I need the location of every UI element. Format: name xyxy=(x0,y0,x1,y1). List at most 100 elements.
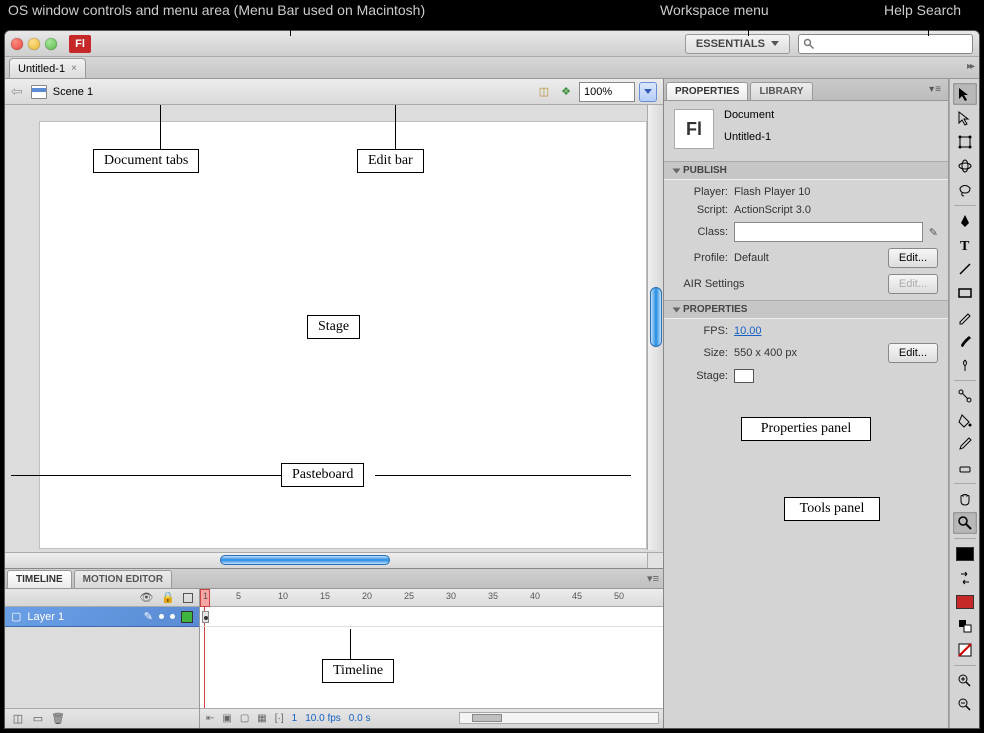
callout-doc-tabs: Document tabs xyxy=(93,149,199,173)
stage-color-swatch[interactable] xyxy=(734,369,754,383)
panel-menu-icon[interactable]: ▾≡ xyxy=(647,572,659,585)
edit-class-icon[interactable]: ✎ xyxy=(929,226,938,239)
callout-line xyxy=(375,475,631,476)
rectangle-tool-icon[interactable] xyxy=(953,282,977,304)
properties-tabs: PROPERTIES LIBRARY ▾≡ xyxy=(664,79,948,101)
subselection-tool-icon[interactable] xyxy=(953,107,977,129)
fps-value[interactable]: 10.00 xyxy=(734,325,762,337)
eye-icon[interactable]: 👁 xyxy=(139,591,153,604)
svg-text:T: T xyxy=(960,239,970,253)
line-tool-icon[interactable] xyxy=(953,258,977,280)
edit-air-button: Edit... xyxy=(888,274,938,294)
properties-section-header[interactable]: PROPERTIES xyxy=(664,300,948,319)
workspace-menu-button[interactable]: ESSENTIALS xyxy=(685,34,790,54)
new-folder-icon[interactable]: ▭ xyxy=(31,712,45,726)
default-colors-icon[interactable] xyxy=(953,615,977,637)
close-window-icon[interactable] xyxy=(11,38,23,50)
frames-scroll-thumb[interactable] xyxy=(472,714,502,722)
zoom-dropdown[interactable] xyxy=(639,82,657,102)
stroke-color-swatch[interactable] xyxy=(953,543,977,565)
eyedropper-tool-icon[interactable] xyxy=(953,433,977,455)
edit-multi-icon[interactable]: ▦ xyxy=(257,713,266,724)
close-tab-icon[interactable]: × xyxy=(71,63,77,74)
document-icon: Fl xyxy=(674,109,714,149)
brush-tool-icon[interactable] xyxy=(953,330,977,352)
lock-icon[interactable]: 🔒 xyxy=(161,591,175,604)
zoom-tool-icon[interactable] xyxy=(953,512,977,534)
edit-scene-icon[interactable]: ◫ xyxy=(535,84,553,100)
hand-tool-icon[interactable] xyxy=(953,488,977,510)
eraser-tool-icon[interactable] xyxy=(953,457,977,479)
callout-pasteboard: Pasteboard xyxy=(281,463,364,487)
zoom-in-icon[interactable] xyxy=(953,670,977,692)
free-transform-tool-icon[interactable] xyxy=(953,131,977,153)
tab-properties[interactable]: PROPERTIES xyxy=(666,82,748,100)
help-search-input[interactable] xyxy=(819,38,968,50)
frames-body[interactable]: Timeline xyxy=(200,607,663,708)
paint-bucket-tool-icon[interactable] xyxy=(953,409,977,431)
tab-motion-editor[interactable]: MOTION EDITOR xyxy=(74,570,172,588)
selection-tool-icon[interactable] xyxy=(953,83,977,105)
fill-color-swatch[interactable] xyxy=(953,591,977,613)
no-color-icon[interactable] xyxy=(953,639,977,661)
back-button[interactable]: ⇦ xyxy=(11,83,23,100)
text-tool-icon[interactable]: T xyxy=(953,234,977,256)
onion-outline-icon[interactable]: ▢ xyxy=(240,713,249,724)
callout-line xyxy=(290,20,291,36)
callout-properties: Properties panel xyxy=(741,417,871,441)
edit-profile-button[interactable]: Edit... xyxy=(888,248,938,268)
vertical-scrollbar[interactable] xyxy=(647,105,663,550)
frame-ruler[interactable]: 1 5 10 15 20 25 30 35 40 45 50 xyxy=(200,589,663,607)
zoom-window-icon[interactable] xyxy=(45,38,57,50)
publish-section-header[interactable]: PUBLISH xyxy=(664,161,948,180)
window-controls[interactable] xyxy=(11,38,57,50)
tab-library[interactable]: LIBRARY xyxy=(750,82,812,100)
panel-menu-icon[interactable]: ▾≡ xyxy=(929,84,942,95)
edit-symbol-icon[interactable]: ❖ xyxy=(557,84,575,100)
callout-stage: Stage xyxy=(307,315,360,339)
visibility-dot-icon[interactable] xyxy=(159,614,164,619)
delete-layer-icon[interactable]: 🗑 xyxy=(51,712,65,726)
callout-line xyxy=(350,629,351,659)
layer-pencil-icon: ✎ xyxy=(144,610,153,623)
hscroll-thumb[interactable] xyxy=(220,555,390,565)
deco-tool-icon[interactable] xyxy=(953,354,977,376)
player-label: Player: xyxy=(674,186,728,198)
class-input[interactable] xyxy=(734,222,923,242)
bone-tool-icon[interactable] xyxy=(953,385,977,407)
tab-timeline[interactable]: TIMELINE xyxy=(7,570,72,588)
callout-tools: Tools panel xyxy=(784,497,880,521)
onion-marker-icon[interactable]: [·] xyxy=(275,713,284,724)
vscroll-thumb[interactable] xyxy=(650,287,662,347)
pen-tool-icon[interactable] xyxy=(953,210,977,232)
frame-row[interactable] xyxy=(200,607,663,627)
help-search[interactable] xyxy=(798,34,973,54)
center-frame-icon[interactable]: ⇤ xyxy=(206,713,214,724)
lasso-tool-icon[interactable] xyxy=(953,179,977,201)
ruler-tick: 1 xyxy=(203,591,208,601)
keyframe-icon[interactable] xyxy=(202,611,209,623)
zoom-value: 100% xyxy=(584,86,612,98)
zoom-input[interactable]: 100% xyxy=(579,82,635,102)
edit-size-button[interactable]: Edit... xyxy=(888,343,938,363)
minimize-window-icon[interactable] xyxy=(28,38,40,50)
tools-panel: T xyxy=(949,79,979,728)
zoom-out-icon[interactable] xyxy=(953,694,977,716)
3d-rotation-tool-icon[interactable] xyxy=(953,155,977,177)
swap-colors-icon[interactable] xyxy=(953,567,977,589)
onion-skin-icon[interactable]: ▣ xyxy=(222,713,231,724)
outline-icon[interactable] xyxy=(183,593,193,603)
callout-line xyxy=(395,105,396,149)
outline-swatch-icon[interactable] xyxy=(181,611,193,623)
tool-separator xyxy=(954,538,976,539)
annotation-strip: OS window controls and menu area (Menu B… xyxy=(0,0,984,22)
pencil-tool-icon[interactable] xyxy=(953,306,977,328)
horizontal-scrollbar[interactable] xyxy=(5,552,647,568)
collapse-arrows-icon[interactable]: ▸▸ xyxy=(967,61,973,72)
callout-line xyxy=(11,475,281,476)
layer-row[interactable]: ▢ Layer 1 ✎ xyxy=(5,607,199,627)
lock-dot-icon[interactable] xyxy=(170,614,175,619)
document-tab[interactable]: Untitled-1 × xyxy=(9,58,86,78)
frames-scrollbar[interactable] xyxy=(459,712,659,724)
new-layer-icon[interactable]: ◫ xyxy=(11,712,25,726)
